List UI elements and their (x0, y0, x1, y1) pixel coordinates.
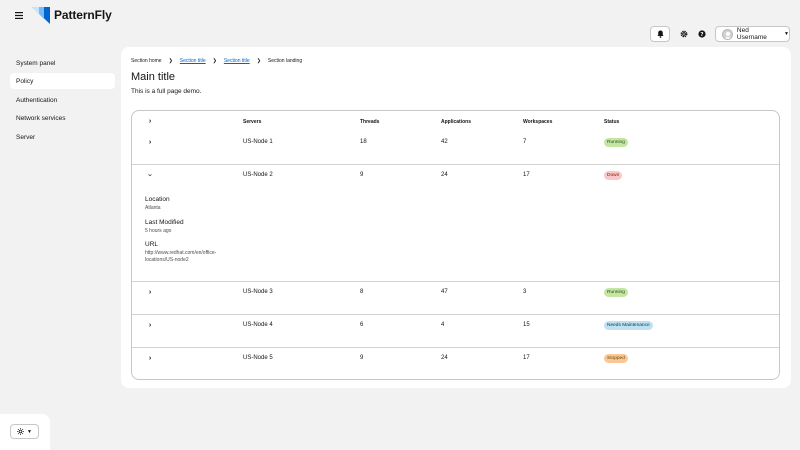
sidebar-item-label: System panel (16, 59, 56, 67)
servers-table: › Servers Threads Applications Workspace… (131, 110, 780, 380)
detail-label-url: URL (145, 241, 159, 248)
row-divider (132, 164, 779, 165)
chevron-right-icon: ❯ (256, 58, 261, 64)
cell-workspaces: 17 (523, 355, 530, 361)
theme-toggle-button[interactable]: ▼ (10, 424, 39, 439)
detail-label-modified: Last Modified (145, 219, 184, 226)
svg-text:?: ? (700, 32, 703, 38)
status-badge: Stopped (604, 354, 628, 363)
row-divider (132, 347, 779, 348)
avatar (722, 28, 733, 40)
caret-down-icon: ▼ (784, 31, 789, 37)
breadcrumb-link[interactable]: Section title (224, 58, 250, 64)
cell-workspaces: 3 (523, 289, 527, 295)
expand-row-toggle-icon[interactable]: › (146, 138, 154, 146)
column-header-status[interactable]: Status (604, 119, 619, 125)
cell-applications: 24 (441, 172, 448, 178)
gear-icon (680, 30, 688, 38)
brand-logo[interactable]: PatternFly (32, 5, 112, 25)
bell-icon (656, 30, 664, 38)
page-subtitle: This is a full page demo. (131, 88, 202, 95)
caret-down-icon: ▼ (27, 428, 32, 435)
cell-server: US-Node 1 (243, 139, 273, 145)
help-button[interactable]: ? (696, 28, 708, 40)
expand-all-toggle-icon[interactable]: › (146, 117, 154, 125)
cell-workspaces: 7 (523, 139, 527, 145)
status-badge: Down (604, 171, 623, 180)
sidebar-item-network-services[interactable]: Network services (10, 110, 115, 126)
row-divider (132, 314, 779, 315)
breadcrumb-link[interactable]: Section title (180, 58, 206, 64)
column-header-threads[interactable]: Threads (360, 119, 379, 125)
user-dropdown[interactable]: Ned Username ▼ (715, 26, 790, 42)
cell-applications: 42 (441, 139, 448, 145)
detail-label-location: Location (145, 196, 170, 203)
detail-value-modified: 5 hours ago (145, 228, 172, 234)
breadcrumb-current: Section landing (267, 58, 303, 64)
help-icon: ? (698, 30, 706, 38)
chevron-right-icon: ❯ (168, 58, 173, 64)
sidebar-item-policy[interactable]: Policy (10, 73, 115, 89)
cell-applications: 4 (441, 322, 445, 328)
cell-threads: 8 (360, 289, 364, 295)
sidebar-item-label: Authentication (16, 96, 58, 104)
column-header-servers[interactable]: Servers (243, 119, 261, 125)
settings-button[interactable] (678, 28, 690, 40)
hamburger-icon[interactable] (14, 10, 24, 20)
notifications-button[interactable] (650, 26, 670, 42)
brand-name: PatternFly (54, 8, 112, 22)
expand-row-toggle-icon[interactable]: › (146, 354, 154, 362)
cell-threads: 9 (360, 172, 364, 178)
sidebar-item-label: Network services (16, 114, 66, 122)
sidebar-item-system-panel[interactable]: System panel (10, 55, 115, 71)
sidebar-item-label: Policy (16, 77, 34, 85)
main-content: Section home ❯ Section title ❯ Section t… (121, 47, 791, 388)
cell-threads: 18 (360, 139, 367, 145)
cell-server: US-Node 4 (243, 322, 273, 328)
cell-applications: 24 (441, 355, 448, 361)
collapse-row-toggle-icon[interactable]: › (146, 171, 154, 179)
sidebar-item-server[interactable]: Server (10, 129, 115, 145)
cell-server: US-Node 2 (243, 172, 273, 178)
cell-threads: 9 (360, 355, 364, 361)
sidebar-item-label: Server (16, 133, 36, 141)
cell-workspaces: 15 (523, 322, 530, 328)
patternfly-logo-icon (32, 6, 50, 24)
breadcrumb: Section home ❯ Section title ❯ Section t… (131, 57, 302, 65)
page-title: Main title (131, 71, 176, 83)
detail-value-location: Atlanta (145, 205, 161, 211)
sun-icon (17, 428, 25, 435)
chevron-right-icon: ❯ (212, 58, 217, 64)
status-badge: Running (604, 288, 628, 297)
cell-server: US-Node 3 (243, 289, 273, 295)
row-divider (132, 281, 779, 282)
expand-row-toggle-icon[interactable]: › (146, 288, 154, 296)
cell-workspaces: 17 (523, 172, 530, 178)
user-name: Ned Username (736, 27, 767, 41)
column-header-workspaces[interactable]: Workspaces (523, 119, 552, 125)
status-badge: Needs Maintenance (604, 321, 653, 330)
cell-server: US-Node 5 (243, 355, 273, 361)
column-header-applications[interactable]: Applications (441, 119, 471, 125)
cell-applications: 47 (441, 289, 448, 295)
cell-threads: 6 (360, 322, 364, 328)
expand-row-toggle-icon[interactable]: › (146, 321, 154, 329)
sidebar-item-authentication[interactable]: Authentication (10, 92, 115, 108)
breadcrumb-item[interactable]: Section home (131, 58, 162, 64)
detail-value-url: http://www.redhat.com/en/office-location… (145, 250, 217, 263)
status-badge: Running (604, 138, 628, 147)
masthead: PatternFly ? Ned Username ▼ (0, 0, 800, 46)
